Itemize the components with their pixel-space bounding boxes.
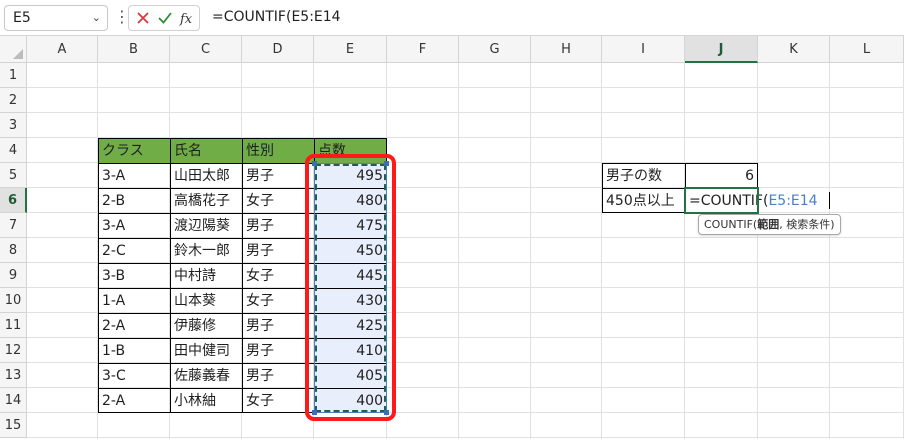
gridline-vertical bbox=[458, 63, 459, 439]
column-header-a[interactable]: A bbox=[27, 36, 98, 63]
row-header-3[interactable]: 3 bbox=[0, 113, 27, 138]
insert-function-icon[interactable]: fx bbox=[177, 8, 197, 28]
column-header-d[interactable]: D bbox=[242, 36, 314, 63]
annotation-highlight-box bbox=[305, 154, 396, 421]
column-header-b[interactable]: B bbox=[98, 36, 170, 63]
gender-cell[interactable]: 女子 bbox=[242, 288, 314, 313]
class-cell[interactable]: 3-B bbox=[98, 263, 170, 288]
row-header-15[interactable]: 15 bbox=[0, 413, 27, 438]
column-header-e[interactable]: E bbox=[314, 36, 387, 63]
enter-check-icon[interactable] bbox=[155, 8, 175, 28]
gridline-horizontal bbox=[27, 112, 904, 113]
name-cell[interactable]: 山本葵 bbox=[170, 288, 242, 313]
name-cell[interactable]: 小林紬 bbox=[170, 388, 242, 413]
tooltip-arg-range: 範囲 bbox=[757, 218, 780, 231]
column-header-c[interactable]: C bbox=[170, 36, 242, 63]
class-cell[interactable]: 3-A bbox=[98, 163, 170, 188]
over450-label[interactable]: 450点以上 bbox=[602, 188, 685, 213]
row-header-2[interactable]: 2 bbox=[0, 88, 27, 113]
formula-input[interactable]: =COUNTIF(E5:E14 bbox=[208, 5, 900, 31]
name-box-value: E5 bbox=[13, 10, 31, 26]
gender-cell[interactable]: 女子 bbox=[242, 388, 314, 413]
name-cell[interactable]: 田中健司 bbox=[170, 338, 242, 363]
row-header-13[interactable]: 13 bbox=[0, 363, 27, 388]
row-header-10[interactable]: 10 bbox=[0, 288, 27, 313]
column-header-i[interactable]: I bbox=[602, 36, 685, 63]
gender-cell[interactable]: 男子 bbox=[242, 313, 314, 338]
name-cell[interactable]: 伊藤修 bbox=[170, 313, 242, 338]
row-header-11[interactable]: 11 bbox=[0, 313, 27, 338]
gridline-vertical bbox=[601, 63, 602, 439]
gridline-vertical bbox=[829, 63, 830, 439]
row-header-1[interactable]: 1 bbox=[0, 63, 27, 88]
name-cell[interactable]: 高橋花子 bbox=[170, 188, 242, 213]
class-cell[interactable]: 3-C bbox=[98, 363, 170, 388]
svg-text:fx: fx bbox=[179, 12, 193, 27]
row-header-9[interactable]: 9 bbox=[0, 263, 27, 288]
column-header-f[interactable]: F bbox=[387, 36, 459, 63]
class-cell[interactable]: 2-C bbox=[98, 238, 170, 263]
boys-count-label[interactable]: 男子の数 bbox=[602, 163, 685, 188]
function-argument-tooltip[interactable]: COUNTIF(範囲, 検索条件) bbox=[698, 214, 841, 235]
class-cell[interactable]: 3-A bbox=[98, 213, 170, 238]
gender-cell[interactable]: 男子 bbox=[242, 238, 314, 263]
editing-formula-ref: E5:E14 bbox=[768, 193, 818, 209]
gridline-horizontal bbox=[27, 437, 904, 438]
name-cell[interactable]: 中村詩 bbox=[170, 263, 242, 288]
boys-count-value[interactable]: 6 bbox=[685, 163, 758, 188]
column-header-h[interactable]: H bbox=[531, 36, 602, 63]
class-cell[interactable]: 2-A bbox=[98, 313, 170, 338]
active-cell-border bbox=[684, 187, 759, 214]
text-cursor bbox=[829, 192, 830, 209]
gender-cell[interactable]: 男子 bbox=[242, 163, 314, 188]
name-cell[interactable]: 山田太郎 bbox=[170, 163, 242, 188]
chevron-down-icon[interactable]: ⌄ bbox=[92, 6, 101, 30]
class-cell[interactable]: 2-B bbox=[98, 188, 170, 213]
table-header-class[interactable]: クラス bbox=[98, 138, 170, 163]
column-header-k[interactable]: K bbox=[758, 36, 830, 63]
gender-cell[interactable]: 男子 bbox=[242, 338, 314, 363]
select-all-button[interactable] bbox=[0, 36, 27, 63]
row-header-7[interactable]: 7 bbox=[0, 213, 27, 238]
tooltip-arg-rest: , 検索条件) bbox=[779, 218, 835, 231]
gridline-vertical bbox=[530, 63, 531, 439]
name-cell[interactable]: 佐藤義春 bbox=[170, 363, 242, 388]
gridline-vertical bbox=[757, 63, 758, 439]
column-header-g[interactable]: G bbox=[459, 36, 531, 63]
column-header-l[interactable]: L bbox=[830, 36, 904, 63]
class-cell[interactable]: 1-A bbox=[98, 288, 170, 313]
gender-cell[interactable]: 女子 bbox=[242, 263, 314, 288]
cancel-icon[interactable] bbox=[133, 8, 153, 28]
row-header-8[interactable]: 8 bbox=[0, 238, 27, 263]
row-header-14[interactable]: 14 bbox=[0, 388, 27, 413]
tooltip-function: COUNTIF( bbox=[704, 218, 758, 231]
gender-cell[interactable]: 女子 bbox=[242, 188, 314, 213]
formula-bar: E5 ⌄ ⋮ fx =COUNTIF(E5:E14 bbox=[0, 0, 904, 36]
row-header-5[interactable]: 5 bbox=[0, 163, 27, 188]
table-header-gender[interactable]: 性別 bbox=[242, 138, 314, 163]
gridline-horizontal bbox=[27, 87, 904, 88]
class-cell[interactable]: 1-B bbox=[98, 338, 170, 363]
row-header-6[interactable]: 6 bbox=[0, 188, 27, 213]
gridline-vertical bbox=[684, 63, 685, 439]
class-cell[interactable]: 2-A bbox=[98, 388, 170, 413]
row-header-12[interactable]: 12 bbox=[0, 338, 27, 363]
column-header-j[interactable]: J bbox=[685, 36, 758, 63]
name-box[interactable]: E5 ⌄ bbox=[4, 5, 108, 31]
formula-buttons: fx bbox=[128, 5, 200, 31]
gender-cell[interactable]: 男子 bbox=[242, 363, 314, 388]
name-cell[interactable]: 鈴木一郎 bbox=[170, 238, 242, 263]
gender-cell[interactable]: 男子 bbox=[242, 213, 314, 238]
row-header-4[interactable]: 4 bbox=[0, 138, 27, 163]
name-cell[interactable]: 渡辺陽葵 bbox=[170, 213, 242, 238]
table-header-name[interactable]: 氏名 bbox=[170, 138, 242, 163]
